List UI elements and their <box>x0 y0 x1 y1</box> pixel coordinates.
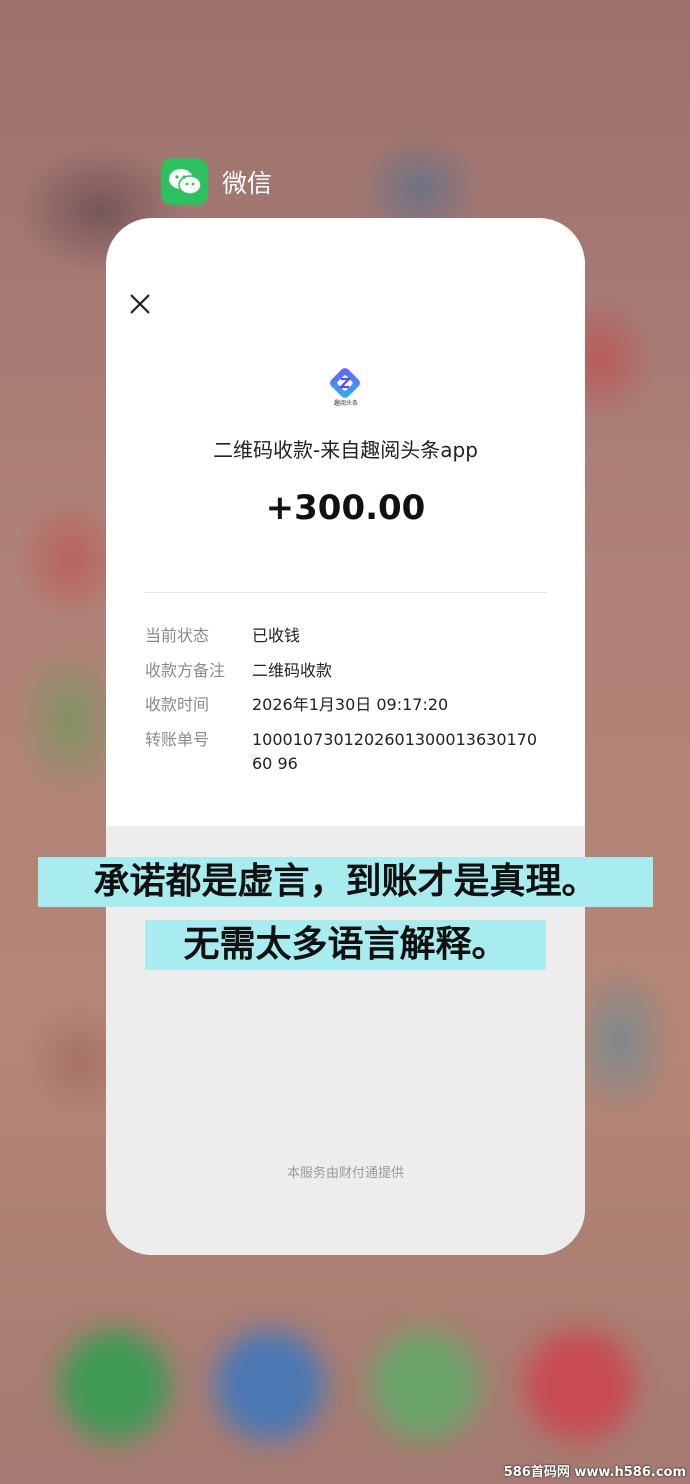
dock-app-blur <box>525 1330 635 1440</box>
detail-label: 转账单号 <box>145 730 210 749</box>
dock-app-blur <box>60 1330 170 1440</box>
detail-row-status: 当前状态 已收钱 <box>145 624 555 648</box>
detail-value: 已收钱 <box>252 626 301 645</box>
detail-value: 二维码收款 <box>252 661 333 680</box>
app-switcher-header[interactable]: 微信 <box>161 158 272 205</box>
receipt-amount: +300.00 <box>265 488 426 528</box>
detail-row-remark: 收款方备注 二维码收款 <box>145 659 555 683</box>
detail-label: 当前状态 <box>145 626 210 645</box>
site-watermark: 586首码网 www.h586.com <box>503 1465 686 1480</box>
detail-row-transaction-id: 转账单号 100010730120260130001363017060 96 <box>145 728 555 776</box>
receipt-title: 二维码收款-来自趣阅头条app <box>213 438 478 462</box>
close-icon[interactable] <box>126 290 154 318</box>
overlay-caption-line-2: 无需太多语言解释。 <box>145 920 546 970</box>
payment-receipt-card[interactable]: 趣阅头条 二维码收款-来自趣阅头条app +300.00 当前状态 已收钱 收款… <box>106 218 585 1255</box>
dock-app-blur <box>370 1330 480 1440</box>
detail-value: 2026年1月30日 09:17:20 <box>252 695 449 714</box>
detail-row-time: 收款时间 2026年1月30日 09:17:20 <box>145 693 555 717</box>
dock-app-blur <box>215 1330 325 1440</box>
merchant-logo-caption: 趣阅头条 <box>333 400 358 407</box>
merchant-logo <box>328 366 362 402</box>
detail-label: 收款方备注 <box>145 661 226 680</box>
detail-label: 收款时间 <box>145 695 210 714</box>
detail-value: 100010730120260130001363017060 96 <box>252 730 538 773</box>
service-provider-footer: 本服务由财付通提供 <box>286 1166 404 1181</box>
overlay-caption-line-1: 承诺都是虚言，到账才是真理。 <box>38 857 653 907</box>
app-name: 微信 <box>222 168 273 198</box>
wechat-icon <box>161 158 208 205</box>
divider <box>144 592 547 593</box>
